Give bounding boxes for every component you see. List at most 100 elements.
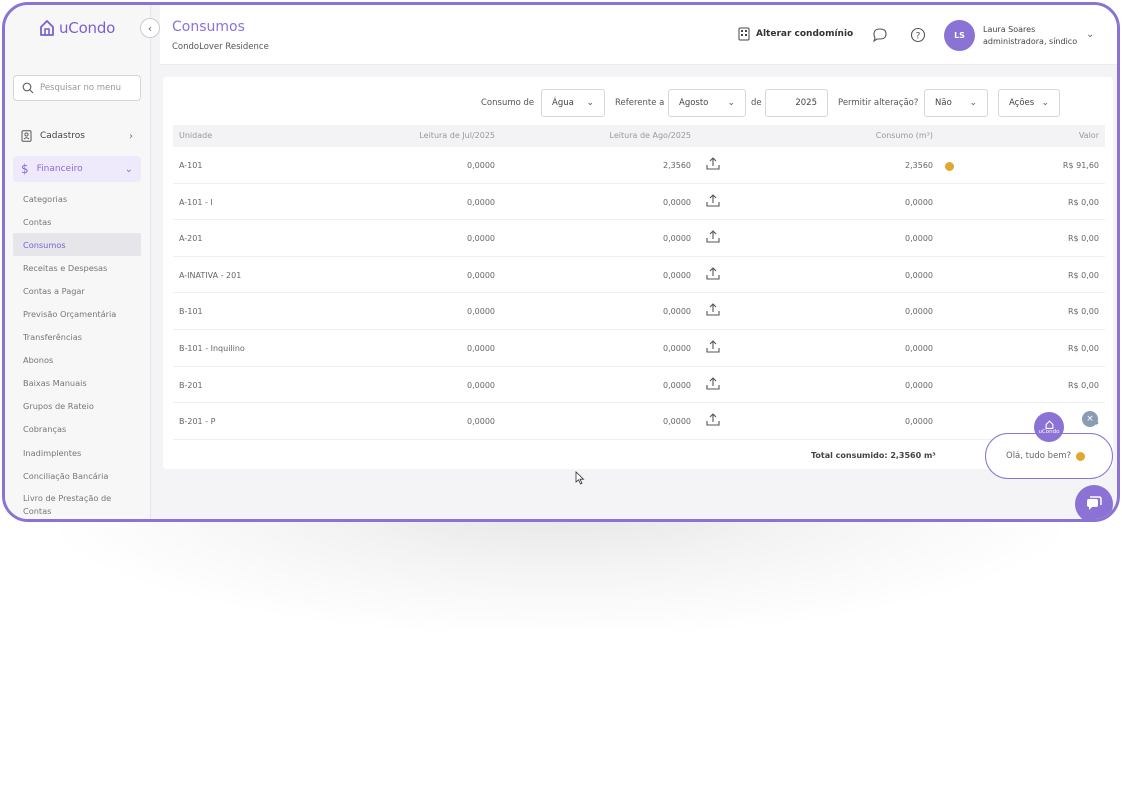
cell-leitura-jul: 0,0000 bbox=[467, 161, 495, 170]
chat-close-button[interactable]: × bbox=[1082, 411, 1098, 427]
sidebar-item-cobrancas[interactable]: Cobranças bbox=[13, 418, 141, 441]
acoes-dropdown-button[interactable]: Ações ⌄ bbox=[998, 89, 1060, 117]
cell-leitura-ago[interactable]: 0,0000 bbox=[663, 417, 691, 426]
col-leitura-ago: Leitura de Ago/2025 bbox=[609, 131, 691, 140]
sidebar-group-financeiro[interactable]: $ Financeiro ⌄ bbox=[13, 156, 141, 182]
sidebar-item-transferencias[interactable]: Transferências bbox=[13, 326, 141, 349]
cell-leitura-ago[interactable]: 0,0000 bbox=[663, 271, 691, 280]
collapse-sidebar-button[interactable]: ‹ bbox=[140, 18, 160, 38]
cell-leitura-ago[interactable]: 2,3560 bbox=[663, 161, 691, 170]
upload-photo-icon[interactable] bbox=[705, 376, 721, 392]
menu-search-input[interactable]: Pesquisar no menu bbox=[13, 75, 141, 101]
cell-unidade: A-INATIVA - 201 bbox=[179, 270, 242, 280]
table-row: A-INATIVA - 201 0,0000 0,0000 0,0000 R$ 0,00 bbox=[173, 257, 1105, 294]
sidebar-item-contas[interactable]: Contas bbox=[13, 210, 141, 233]
sidebar-item-abonos[interactable]: Abonos bbox=[13, 349, 141, 372]
sidebar-item-inadimplentes[interactable]: Inadimplentes bbox=[13, 441, 141, 464]
building-icon bbox=[738, 27, 750, 41]
change-condo-label: Alterar condomínio bbox=[756, 29, 854, 39]
col-leitura-jul: Leitura de Jul/2025 bbox=[419, 131, 495, 140]
cell-leitura-ago[interactable]: 0,0000 bbox=[663, 381, 691, 390]
top-header: Consumos CondoLover Residence Alterar co… bbox=[160, 5, 1117, 65]
help-icon[interactable]: ? bbox=[910, 27, 926, 43]
upload-photo-icon[interactable] bbox=[705, 156, 721, 172]
table-row: A-201 0,0000 0,0000 0,0000 R$ 0,00 bbox=[173, 220, 1105, 257]
chevron-left-icon: ‹ bbox=[147, 21, 153, 35]
sidebar-item-receitas-despesas[interactable]: Receitas e Despesas bbox=[13, 256, 141, 279]
cell-valor: R$ 0,00 bbox=[1067, 270, 1099, 280]
search-icon bbox=[22, 82, 34, 94]
search-placeholder: Pesquisar no menu bbox=[40, 83, 122, 93]
cell-consumo: 0,0000 bbox=[905, 307, 933, 317]
chat-greeting-text: Olá, tudo bem? bbox=[1006, 451, 1072, 461]
upload-photo-icon[interactable] bbox=[705, 229, 721, 245]
cell-leitura-ago[interactable]: 0,0000 bbox=[663, 344, 691, 353]
condo-name: CondoLover Residence bbox=[172, 42, 269, 52]
cell-leitura-ago[interactable]: 0,0000 bbox=[663, 234, 691, 243]
consumo-type-value: Água bbox=[552, 98, 574, 108]
emoji-icon bbox=[1076, 451, 1086, 461]
cell-leitura-ago[interactable]: 0,0000 bbox=[663, 198, 691, 207]
cell-consumo: 0,0000 bbox=[905, 417, 933, 427]
consumo-type-select[interactable]: Água ⌄ bbox=[541, 89, 605, 117]
cell-unidade: B-101 - Inquilino bbox=[179, 344, 245, 353]
chevron-down-icon: ⌄ bbox=[586, 98, 594, 108]
chat-icon bbox=[1087, 496, 1102, 510]
page-title: Consumos bbox=[172, 19, 245, 35]
referente-label: Referente a bbox=[615, 98, 665, 108]
svg-text:?: ? bbox=[916, 32, 921, 42]
sidebar-item-contas-a-pagar[interactable]: Contas a Pagar bbox=[13, 279, 141, 302]
logo[interactable]: uCondo bbox=[39, 19, 115, 37]
cell-valor: R$ 0,00 bbox=[1067, 234, 1099, 244]
cell-valor: R$ 0,00 bbox=[1067, 307, 1099, 317]
chevron-right-icon: › bbox=[129, 130, 133, 142]
open-chat-button[interactable] bbox=[1075, 485, 1113, 519]
sidebar-item-livro-prestacao[interactable]: Livro de Prestação de Contas bbox=[13, 487, 141, 519]
change-condo-button[interactable]: Alterar condomínio bbox=[738, 27, 853, 41]
warning-indicator-icon[interactable] bbox=[945, 162, 954, 171]
chat-avatar-label: uCondo bbox=[1038, 428, 1060, 435]
cell-valor: R$ 0,00 bbox=[1067, 197, 1099, 207]
cell-unidade: A-101 - I bbox=[179, 197, 213, 207]
house-logo-icon bbox=[40, 20, 54, 36]
user-avatar[interactable]: LS bbox=[944, 20, 975, 51]
sidebar-group-cadastros[interactable]: Cadastros › bbox=[13, 123, 141, 149]
cell-unidade: B-201 - P bbox=[179, 417, 216, 427]
year-value: 2025 bbox=[795, 98, 817, 108]
cell-leitura-ago[interactable]: 0,0000 bbox=[663, 307, 691, 316]
cell-consumo: 0,0000 bbox=[905, 234, 933, 244]
upload-photo-icon[interactable] bbox=[705, 412, 721, 428]
user-menu-chevron-icon[interactable]: ⌄ bbox=[1086, 29, 1094, 40]
upload-photo-icon[interactable] bbox=[705, 193, 721, 209]
house-logo-icon bbox=[1045, 419, 1053, 429]
table-row: B-201 - P0,00000,00000,0000R$ bbox=[173, 403, 1105, 440]
app-window: uCondo Pesquisar no menu Cadastros › $ F… bbox=[2, 2, 1120, 522]
table-row: B-101 - Inquilino 0,0000 0,0000 0,0000 R$ 0,… bbox=[173, 330, 1105, 367]
sidebar-item-conciliacao-bancaria[interactable]: Conciliação Bancária bbox=[13, 464, 141, 487]
upload-photo-icon[interactable] bbox=[705, 339, 721, 355]
month-select[interactable]: Agosto ⌄ bbox=[668, 89, 746, 117]
sidebar-item-previsao-orcamentaria[interactable]: Previsão Orçamentária bbox=[13, 302, 141, 325]
chevron-down-icon: ⌄ bbox=[1041, 98, 1049, 108]
table-row: A-101 0,0000 2,3560 2,3560 R$ 91,60 bbox=[173, 147, 1105, 184]
year-input[interactable]: 2025 bbox=[765, 89, 828, 117]
upload-photo-icon[interactable] bbox=[705, 302, 721, 318]
sidebar-item-grupos-de-rateio[interactable]: Grupos de Rateio bbox=[13, 395, 141, 418]
col-unidade: Unidade bbox=[179, 131, 213, 140]
table-row: B-201 0,0000 0,0000 0,0000 R$ 0,00 bbox=[173, 367, 1105, 404]
consumos-card: Consumo de Água ⌄ Referente a Agosto ⌄ d… bbox=[163, 77, 1113, 469]
sidebar-item-categorias[interactable]: Categorias bbox=[13, 187, 141, 210]
cell-unidade: A-101 bbox=[179, 161, 203, 170]
permitir-alteracao-select[interactable]: Não ⌄ bbox=[924, 89, 988, 117]
upload-photo-icon[interactable] bbox=[705, 266, 721, 282]
col-consumo: Consumo (m³) bbox=[875, 131, 933, 140]
cell-leitura-jul: 0,0000 bbox=[467, 344, 495, 353]
col-valor: Valor bbox=[1078, 131, 1099, 140]
chevron-down-icon: ⌄ bbox=[969, 98, 977, 108]
cell-valor: R$ 0,00 bbox=[1067, 380, 1099, 390]
sidebar-group-label: Cadastros bbox=[40, 131, 85, 141]
chat-icon[interactable] bbox=[872, 27, 888, 43]
sidebar-item-consumos[interactable]: Consumos bbox=[13, 233, 141, 257]
permitir-alteracao-label: Permitir alteração? bbox=[838, 98, 919, 108]
sidebar-item-baixas-manuais[interactable]: Baixas Manuais bbox=[13, 372, 141, 395]
